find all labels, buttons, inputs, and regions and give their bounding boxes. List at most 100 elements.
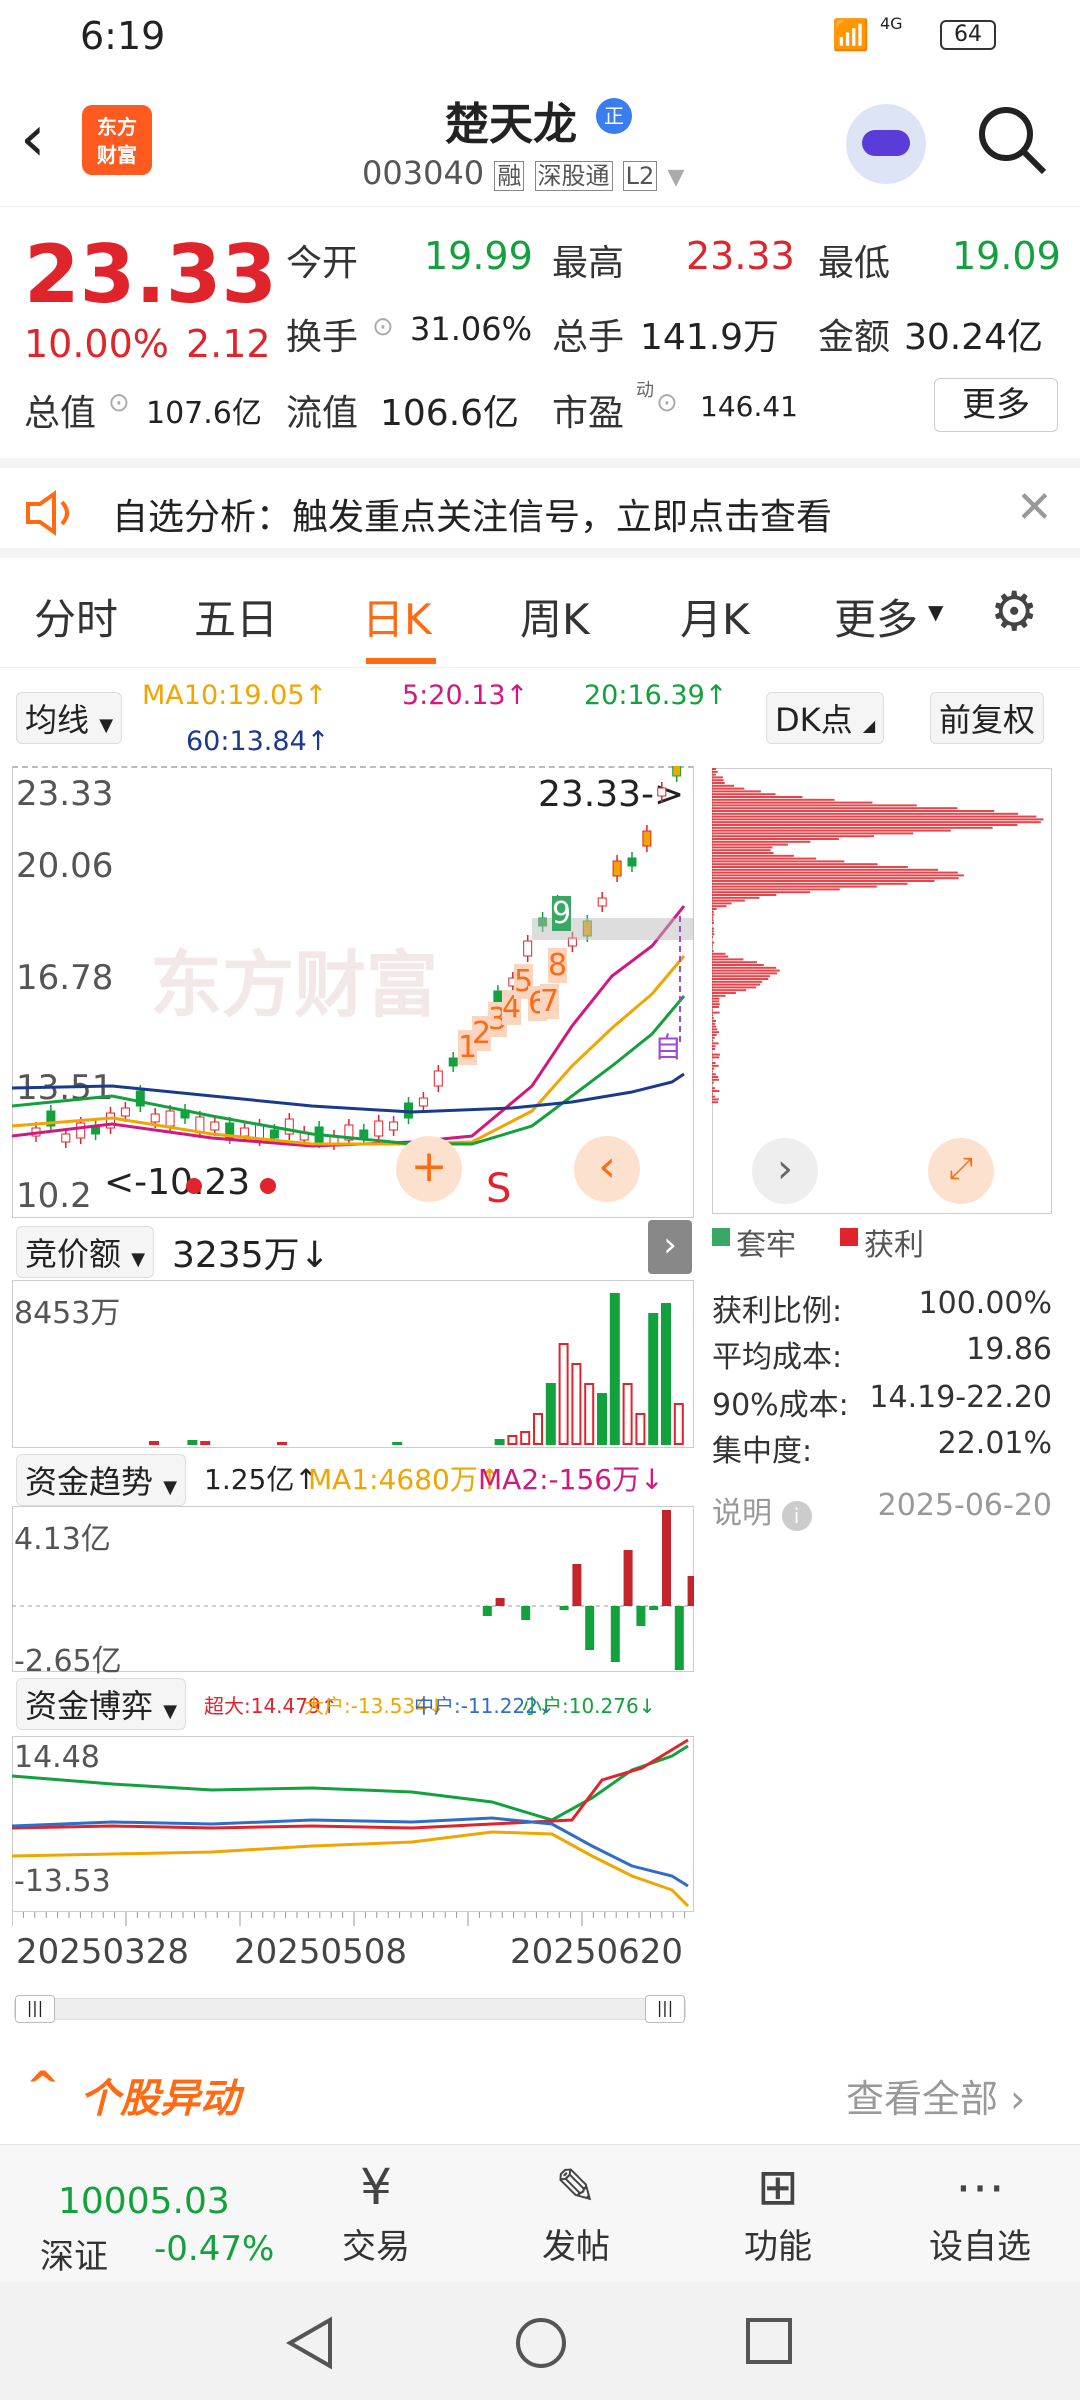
fund-trend-header: 资金趋势 ▼ 1.25亿↑ MA1:4680万↑ MA2:-156万↓ (12, 1452, 712, 1506)
profit-legend: 获利 (864, 1220, 924, 1264)
fund-trend-bars (12, 1506, 694, 1672)
alert-banner[interactable]: 自选分析：触发重点关注信号，立即点击查看 ✕ (0, 458, 1080, 558)
tag-level: L2 (623, 161, 658, 191)
ma10-label: MA10:19.05↑ (142, 680, 327, 711)
index-value[interactable]: 10005.03 (58, 2181, 230, 2222)
scroll-handle-right[interactable]: ||| (645, 1995, 685, 2023)
event-dot (260, 1178, 276, 1194)
auction-header: 竞价额 ▼ 3235万↓ (12, 1224, 694, 1280)
fund-trend-selector[interactable]: 资金趋势 ▼ (16, 1454, 186, 1506)
float-value-label: 流值 (286, 384, 358, 436)
change-percent: 10.00% (24, 322, 169, 366)
nav-trade[interactable]: ¥ 交易 (306, 2155, 446, 2268)
info-icon[interactable]: ⊙ (372, 312, 394, 342)
back-arrow-icon[interactable]: ‹ (20, 102, 46, 176)
expand-icon[interactable]: ⤢ (928, 1138, 994, 1204)
dropdown-icon[interactable]: ▼ (928, 600, 943, 624)
badge-icon: 正 (596, 98, 632, 134)
status-bar: 6:19 📶 4G 64 (0, 0, 1080, 72)
volume-label: 总手 (552, 308, 624, 360)
info-icon[interactable]: ⊙ (108, 388, 130, 418)
small-label: 小户:10.276↓ (522, 1690, 655, 1719)
quote-panel: 23.33 10.00% 2.12 今开 19.99 最高 23.33 最低 1… (0, 208, 1080, 456)
gear-icon[interactable]: ⚙ (990, 580, 1038, 643)
total-value-label: 总值 (24, 384, 96, 436)
total-value: 107.6亿 (146, 388, 262, 432)
fund-ma2: MA2:-156万↓ (478, 1458, 664, 1498)
turnover-label: 换手 (286, 308, 358, 360)
nav-set-watchlist[interactable]: ⋯ 设自选 (910, 2155, 1050, 2268)
turnover-value: 31.06% (410, 310, 532, 348)
view-all-link[interactable]: 查看全部 › (846, 2068, 1025, 2123)
nav-function[interactable]: ⊞ 功能 (708, 2155, 848, 2268)
tag-connect: 深股通 (535, 161, 613, 191)
tag-margin: 融 (494, 161, 524, 191)
index-name: 深证 (40, 2229, 108, 2278)
auction-selector[interactable]: 竞价额 ▼ (16, 1226, 154, 1278)
fund-ma1: MA1:4680万↑ (308, 1458, 501, 1498)
chip-note[interactable]: 说明 i 2025-06-20 (712, 1488, 1052, 1532)
trapped-legend: 套牢 (736, 1220, 796, 1264)
abnormal-section: ^ 个股异动 查看全部 › (0, 2048, 1080, 2144)
wifi-icon: 📶 (832, 18, 869, 53)
range-scrollbar[interactable]: ||| ||| (14, 1998, 686, 2020)
fund-game-selector[interactable]: 资金博弈 ▼ (16, 1678, 186, 1730)
more-circle-icon: ⋯ (910, 2155, 1050, 2219)
close-icon[interactable]: ✕ (1016, 482, 1053, 533)
chart-area: 均线 ▼ MA10:19.05↑ 5:20.13↑ 20:16.39↑ 60:1… (0, 668, 1080, 2018)
tab-more[interactable]: 更多 (834, 586, 918, 647)
pe-superscript: 动 (636, 376, 654, 402)
active-tab-indicator (366, 658, 436, 664)
recents-square-icon[interactable] (744, 2316, 794, 2366)
float-value: 106.6亿 (380, 384, 519, 436)
search-icon[interactable] (976, 104, 1050, 178)
event-dot (186, 1178, 202, 1194)
tab-monthly-k[interactable]: 月K (680, 586, 750, 647)
collapse-icon[interactable]: ^ (26, 2064, 60, 2110)
back-triangle-icon[interactable] (284, 2316, 334, 2370)
next-icon[interactable]: › (752, 1138, 818, 1204)
home-circle-icon[interactable] (514, 2316, 568, 2370)
ma20-label: 20:16.39↑ (584, 680, 727, 711)
current-price: 23.33 (24, 228, 277, 321)
nav-post[interactable]: ✎ 发帖 (506, 2155, 646, 2268)
fund-game-lines (12, 1736, 694, 1912)
abnormal-title: 个股异动 (80, 2066, 240, 2124)
dk-point-button[interactable]: DK点 ◢ (766, 692, 884, 744)
index-change: -0.47% (154, 2229, 274, 2269)
time-ticks (12, 1912, 694, 1930)
expand-arrow-icon[interactable]: › (648, 1220, 692, 1274)
sell-marker: S (486, 1166, 511, 1212)
high-value: 23.33 (686, 234, 795, 278)
stock-code: 003040 (362, 154, 484, 192)
open-value: 19.99 (424, 234, 533, 278)
chip-concentration: 集中度: 22.01% (712, 1426, 1052, 1470)
period-tabs: 分时 五日 日K 周K 月K 更多 ▼ ⚙ (0, 560, 1080, 668)
info-icon[interactable]: ⊙ (656, 388, 678, 418)
dropdown-icon[interactable]: ▼ (667, 165, 684, 190)
trade-icon: ¥ (306, 2155, 446, 2219)
robot-assistant-icon[interactable] (846, 104, 926, 184)
tab-daily-k[interactable]: 日K (362, 586, 432, 647)
adjust-button[interactable]: 前复权 (930, 692, 1044, 744)
profit-legend-swatch (840, 1228, 858, 1246)
tab-five-day[interactable]: 五日 (194, 586, 278, 647)
low-label: 最低 (818, 234, 890, 286)
chip-profit-ratio: 获利比例: 100.00% (712, 1286, 1052, 1330)
prev-icon[interactable]: ‹ (574, 1136, 640, 1202)
fund-game-header: 资金博弈 ▼ 超大:14.479↑ 大户:-13.534↓ 中户:-11.222… (12, 1676, 712, 1732)
fund-trend-value: 1.25亿↑ (204, 1458, 318, 1498)
speaker-icon (24, 490, 80, 536)
amount-label: 金额 (818, 308, 890, 360)
stock-code-row: 003040 融 深股通 L2 ▼ (362, 154, 684, 192)
ma5-label: 5:20.13↑ (402, 680, 528, 711)
ma-selector[interactable]: 均线 ▼ (16, 692, 122, 744)
more-button[interactable]: 更多 (934, 378, 1058, 432)
volume-value: 141.9万 (640, 308, 779, 360)
tab-weekly-k[interactable]: 周K (520, 586, 590, 647)
add-icon[interactable]: + (396, 1136, 462, 1202)
scroll-handle-left[interactable]: ||| (15, 1995, 55, 2023)
battery-icon: 64 (940, 20, 996, 50)
tab-intraday[interactable]: 分时 (34, 586, 118, 647)
low-value: 19.09 (952, 234, 1061, 278)
